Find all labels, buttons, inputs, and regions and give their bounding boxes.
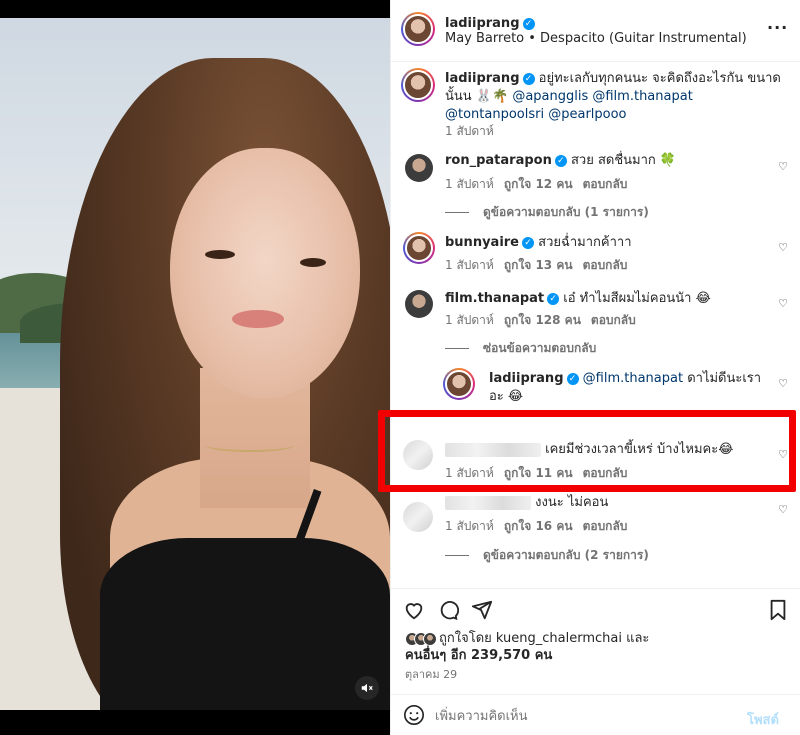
- verified-icon: ✓: [566, 373, 579, 385]
- post-header: ladiiprang ✓ May Barreto • Despacito (Gui…: [391, 0, 800, 62]
- comment-body: เอ๋ ทำไมสีผมไม่คอนนัา 😂: [563, 291, 711, 306]
- comment-icon[interactable]: [435, 597, 461, 623]
- caption-mentions-1[interactable]: @apangglis @film.thanapat: [512, 89, 692, 104]
- media-top-bar: [0, 0, 390, 18]
- more-icon[interactable]: ···: [767, 18, 788, 37]
- comment-likes[interactable]: ถูกใจ 16 คน: [504, 519, 573, 533]
- reply-mention[interactable]: @film.thanapat: [583, 371, 683, 386]
- comment-likes[interactable]: ถูกใจ 12 คน: [504, 177, 573, 191]
- photo-lips: [232, 310, 284, 328]
- comment-meta: 1 สัปดาห์ ถูกใจ 12 คน ตอบกลับ: [445, 175, 627, 194]
- emoji-icon[interactable]: [403, 704, 425, 730]
- heart-icon[interactable]: ♡: [778, 241, 788, 254]
- comment-body: งงนะ ไม่คอน: [535, 495, 609, 510]
- heart-icon[interactable]: ♡: [778, 503, 788, 516]
- post-media[interactable]: [0, 0, 390, 735]
- reply-button[interactable]: ตอบกลับ: [583, 519, 628, 533]
- post-comment-button[interactable]: โพสต์: [747, 709, 779, 730]
- verified-icon: ✓: [547, 293, 560, 305]
- commenter-avatar[interactable]: [405, 290, 433, 318]
- heart-icon[interactable]: ♡: [778, 377, 788, 390]
- blurred-username: [445, 495, 531, 510]
- instagram-post-view: ladiiprang ✓ May Barreto • Despacito (Gui…: [0, 0, 800, 735]
- comment-meta: 1 สัปดาห์ ถูกใจ 16 คน ตอบกลับ: [445, 517, 627, 536]
- comment-body: สวย สดชื่นมาก 🍀: [570, 153, 677, 168]
- comment-text: film.thanapat ✓ เอ๋ ทำไมสีผมไม่คอนนัา 😂: [445, 290, 711, 308]
- caption-username[interactable]: ladiiprang: [445, 71, 520, 86]
- comment-body: สวยฉ่ำมากค้าาา: [538, 235, 632, 250]
- comment-meta: 1 สัปดาห์ ถูกใจ 13 คน ตอบกลับ: [445, 256, 627, 275]
- author-username[interactable]: ladiiprang: [445, 16, 520, 31]
- verified-icon: ✓: [522, 237, 535, 249]
- comment-text: bunnyaire ✓ สวยฉ่ำมากค้าาา: [445, 234, 632, 252]
- commenter-avatar[interactable]: [403, 502, 433, 532]
- view-replies-button[interactable]: ดูข้อความตอบกลับ (1 รายการ): [445, 203, 649, 222]
- comment-time: 1 สัปดาห์: [445, 313, 494, 327]
- photo-eye-right: [300, 258, 326, 267]
- comment-meta: 1 สัปดาห์ ถูกใจ 128 คน ตอบกลับ: [445, 311, 636, 330]
- caption-avatar[interactable]: [401, 68, 435, 102]
- action-bar: [391, 588, 800, 628]
- heart-icon[interactable]: [401, 597, 427, 623]
- comment-username[interactable]: bunnyaire: [445, 235, 519, 250]
- comment-likes[interactable]: ถูกใจ 128 คน: [504, 313, 581, 327]
- comment-time: 1 สัปดาห์: [445, 258, 494, 272]
- comment-username[interactable]: film.thanapat: [445, 291, 544, 306]
- verified-icon: ✓: [554, 155, 567, 167]
- comment-input[interactable]: [435, 704, 725, 728]
- author-avatar[interactable]: [401, 12, 435, 46]
- media-bottom-bar: [0, 710, 390, 735]
- post-photo[interactable]: [0, 18, 390, 710]
- likes-line-2[interactable]: คนอื่นๆ อีก 239,570 คน: [405, 647, 552, 665]
- comment-composer: โพสต์: [391, 694, 800, 735]
- comment-likes[interactable]: ถูกใจ 13 คน: [504, 258, 573, 272]
- audio-track[interactable]: May Barreto • Despacito (Guitar Instrume…: [445, 30, 747, 48]
- verified-icon: ✓: [522, 18, 535, 30]
- heart-icon[interactable]: ♡: [778, 297, 788, 310]
- author-name-row: ladiiprang ✓: [445, 12, 535, 31]
- comment-text: ron_patarapon ✓ สวย สดชื่นมาก 🍀: [445, 152, 676, 170]
- likes-line-1[interactable]: ถูกใจโดย kueng_chalermchai และ: [439, 630, 649, 648]
- bookmark-icon[interactable]: [765, 597, 791, 623]
- mute-icon[interactable]: [355, 676, 379, 700]
- comment-text: งงนะ ไม่คอน: [445, 494, 608, 512]
- reply-button[interactable]: ตอบกลับ: [583, 258, 628, 272]
- comment-username[interactable]: ron_patarapon: [445, 153, 552, 168]
- caption-mentions-2[interactable]: @tontanpoolsri @pearlpooo: [445, 107, 627, 122]
- view-replies-button[interactable]: ดูข้อความตอบกลับ (2 รายการ): [445, 546, 649, 565]
- photo-top: [100, 538, 390, 710]
- post-date[interactable]: ตุลาคม 29: [405, 665, 457, 683]
- post-side-panel: ladiiprang ✓ May Barreto • Despacito (Gui…: [390, 0, 800, 735]
- heart-icon[interactable]: ♡: [778, 160, 788, 173]
- commenter-avatar[interactable]: [403, 232, 435, 264]
- commenter-avatar[interactable]: [405, 154, 433, 182]
- reply-avatar[interactable]: [443, 368, 475, 400]
- comment-time: 1 สัปดาห์: [445, 177, 494, 191]
- share-icon[interactable]: [469, 597, 495, 623]
- comment-time: 1 สัปดาห์: [445, 519, 494, 533]
- reply-button[interactable]: ตอบกลับ: [591, 313, 636, 327]
- reply-text: ladiiprang ✓ @film.thanapat ดาไม่ดีนะเราอ…: [489, 370, 771, 406]
- caption-text: ladiiprang ✓ อยู่ทะเลกับทุกคนนะ จะคิดถึงอ…: [445, 70, 785, 124]
- photo-eye-left: [205, 250, 235, 259]
- photo-necklace: [205, 438, 295, 452]
- reply-button[interactable]: ตอบกลับ: [583, 177, 628, 191]
- hide-replies-button[interactable]: ซ่อนข้อความตอบกลับ: [445, 339, 596, 358]
- verified-icon: ✓: [522, 73, 535, 85]
- caption-time: 1 สัปดาห์: [445, 124, 494, 138]
- reply-username[interactable]: ladiiprang: [489, 371, 564, 386]
- highlight-box: [378, 410, 796, 492]
- photo-face: [170, 148, 360, 398]
